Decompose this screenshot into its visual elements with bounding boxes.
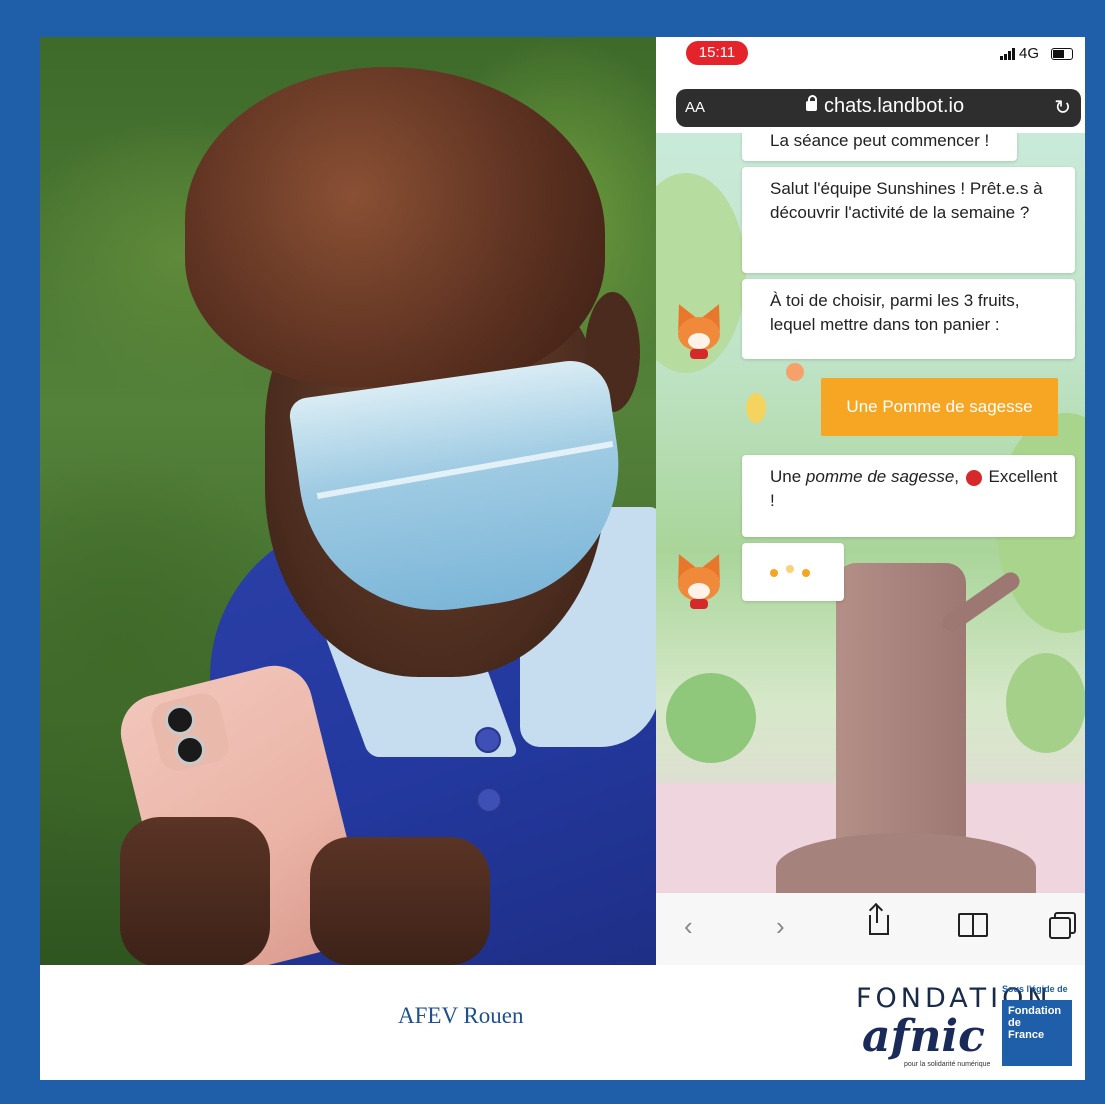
typing-dot	[802, 569, 810, 577]
shirt-button	[475, 727, 501, 753]
chat-message-text: La séance peut commencer !	[770, 133, 990, 150]
typing-dot	[786, 565, 794, 573]
share-icon[interactable]	[869, 915, 889, 935]
pineapple	[746, 393, 766, 423]
tabs-icon[interactable]	[1049, 917, 1071, 939]
camera-lens	[175, 735, 205, 765]
left-hand	[120, 817, 270, 965]
reply-suffix: ,	[954, 467, 964, 486]
status-time: 15:11	[686, 41, 748, 65]
caption: AFEV Rouen	[398, 1003, 524, 1028]
bush	[1006, 653, 1085, 753]
forward-icon[interactable]: ›	[776, 911, 785, 942]
content-card: 15:11 4G AA chats.landbot.io ↻ La séance…	[40, 37, 1085, 1080]
back-icon[interactable]: ‹	[684, 911, 693, 942]
bush	[666, 673, 756, 763]
fruit	[786, 363, 804, 381]
egide-label: Sous l'égide de	[1002, 984, 1068, 994]
typing-indicator	[742, 543, 844, 601]
apple-icon	[965, 469, 982, 486]
network-type: 4G	[1019, 45, 1040, 62]
right-hand	[310, 837, 490, 965]
url-text[interactable]: chats.landbot.io	[824, 95, 964, 118]
chat-area: La séance peut commencer ! Salut l'équip…	[656, 133, 1085, 893]
afnic-logo: afnic	[862, 1011, 985, 1062]
camera-lens	[165, 705, 195, 735]
network-indicator: 4G	[1000, 45, 1039, 62]
hair	[185, 67, 605, 387]
fox-avatar-icon	[668, 299, 730, 365]
battery-icon	[1051, 48, 1073, 60]
user-choice-button[interactable]: Une Pomme de sagesse	[821, 378, 1058, 436]
chat-message: La séance peut commencer !	[742, 133, 1017, 161]
share-arrow-icon	[876, 905, 878, 923]
frame: 15:11 4G AA chats.landbot.io ↻ La séance…	[0, 0, 1105, 1104]
lock-icon	[806, 95, 817, 111]
footer: AFEV Rouen FONDATION afnic pour la solid…	[40, 965, 1085, 1080]
fondation-de-france-logo: Fondation de France	[1002, 1000, 1072, 1066]
chat-message-text: Salut l'équipe Sunshines ! Prêt.e.s à dé…	[770, 179, 1043, 222]
signal-icon	[1000, 48, 1015, 61]
bookmarks-icon[interactable]	[958, 913, 988, 937]
typing-dot	[770, 569, 778, 577]
status-bar: 15:11 4G	[656, 37, 1085, 77]
shirt-button	[476, 787, 502, 813]
afnic-tagline: pour la solidarité numérique	[904, 1061, 991, 1068]
chat-message: À toi de choisir, parmi les 3 fruits, le…	[742, 279, 1075, 359]
photo-young-man-with-phone	[40, 37, 656, 965]
chat-message-text: À toi de choisir, parmi les 3 fruits, le…	[770, 291, 1020, 334]
text-size-button[interactable]: AA	[685, 99, 705, 116]
fox-avatar-icon	[668, 549, 730, 615]
chat-message: Une pomme de sagesse, Excellent !	[742, 455, 1075, 537]
fdf-line3: France	[1008, 1029, 1045, 1041]
address-bar[interactable]: AA chats.landbot.io ↻	[676, 89, 1081, 127]
fdf-line1: Fondation	[1008, 1005, 1062, 1017]
browser-toolbar: ‹ ›	[656, 893, 1085, 965]
reply-prefix: Une	[770, 467, 806, 486]
fdf-line2: de	[1008, 1017, 1021, 1029]
reload-icon[interactable]: ↻	[1054, 95, 1071, 120]
reply-italic: pomme de sagesse	[805, 467, 955, 486]
chat-message: Salut l'équipe Sunshines ! Prêt.e.s à dé…	[742, 167, 1075, 273]
phone-screen: 15:11 4G AA chats.landbot.io ↻ La séance…	[656, 37, 1085, 965]
